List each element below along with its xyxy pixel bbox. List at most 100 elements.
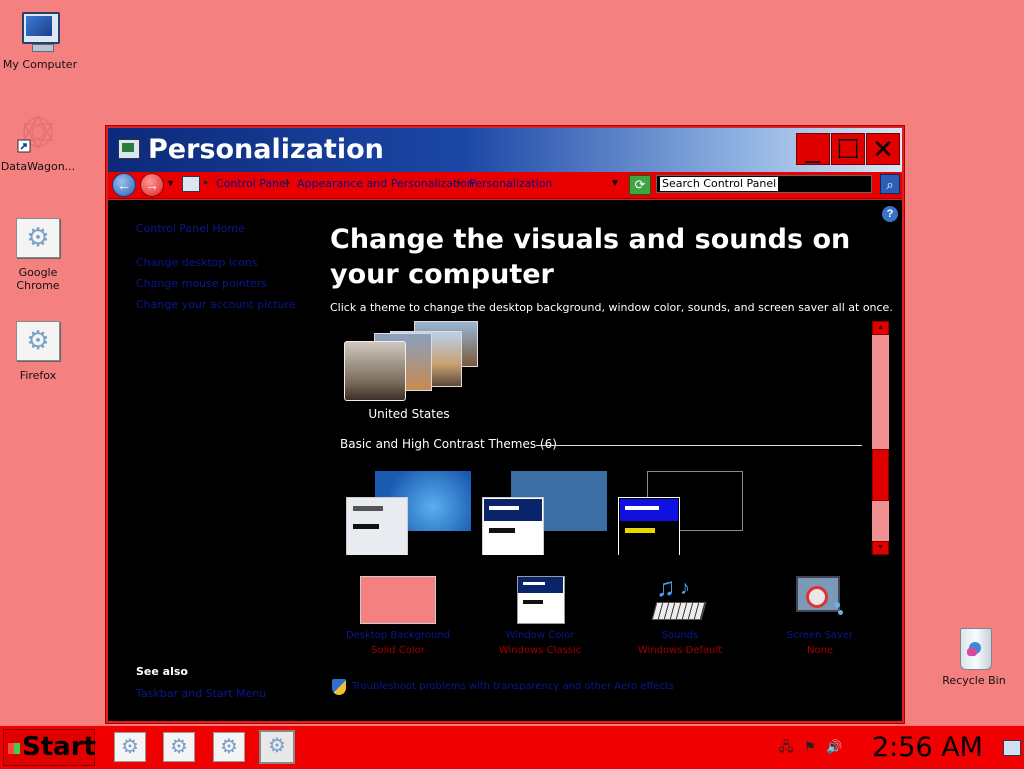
chevron-right-icon[interactable]: ▸	[286, 177, 291, 188]
start-label: Start	[22, 732, 96, 762]
theme-group-title: Basic and High Contrast Themes (6)	[340, 437, 557, 451]
option-value: Solid Color	[371, 645, 425, 656]
address-dropdown-icon[interactable]: ▼	[610, 178, 620, 189]
address-bar: ← → ▼ ▸ Control Panel ▸ Appearance and P…	[108, 172, 902, 199]
back-button[interactable]: ←	[112, 173, 136, 197]
desktop-icon-label: My Computer	[2, 58, 78, 71]
theme-list-scrollbar[interactable]: ▲ ▼	[872, 321, 889, 555]
theme-windows-classic[interactable]	[482, 471, 607, 555]
datawagon-shortcut-icon	[16, 112, 60, 156]
breadcrumb-personalization[interactable]: Personalization	[469, 177, 552, 190]
theme-list: United States Basic and High Contrast Th…	[330, 321, 888, 555]
breadcrumb-control-panel[interactable]: Control Panel	[216, 177, 289, 190]
computer-icon	[18, 10, 62, 54]
theme-preview-window	[618, 497, 680, 555]
gear-icon: ⚙	[170, 736, 188, 758]
title-bar[interactable]: Personalization _ ☐ ✕	[108, 128, 902, 172]
shield-icon	[332, 679, 346, 695]
desktop-icon-my-computer[interactable]: My Computer	[0, 10, 80, 71]
screen-saver-icon	[794, 574, 846, 624]
refresh-button[interactable]: ⟳	[629, 175, 651, 195]
gear-icon: ⚙	[121, 736, 139, 758]
maximize-button[interactable]: ☐	[831, 133, 865, 165]
window-title: Personalization	[148, 134, 384, 165]
theme-united-states[interactable]: United States	[344, 321, 478, 431]
option-value: Windows Default	[637, 645, 723, 656]
gear-icon: ⚙	[16, 321, 60, 361]
taskbar-button[interactable]: ⚙	[213, 732, 245, 762]
theme-label: United States	[368, 407, 450, 421]
help-icon[interactable]: ?	[882, 206, 898, 222]
breadcrumb-appearance[interactable]: Appearance and Personalization	[297, 177, 474, 190]
theme-high-contrast[interactable]	[618, 471, 743, 555]
taskbar-button-active[interactable]: ⚙	[259, 730, 295, 764]
search-placeholder: Search Control Panel	[660, 177, 779, 191]
desktop-icon-label: DataWagon...	[0, 160, 76, 173]
search-icon[interactable]: ⌕	[880, 174, 900, 194]
option-desktop-background[interactable]: Desktop Background Solid Color	[328, 574, 468, 656]
recent-pages-dropdown-icon[interactable]: ▼	[166, 178, 175, 188]
divider	[536, 445, 862, 446]
desktop-icon-google-chrome[interactable]: ⚙ Google Chrome	[0, 218, 78, 292]
option-title: Desktop Background	[345, 630, 451, 641]
taskbar: Start ⚙ ⚙ ⚙ ⚙ 🖧 ⚑ 🔊 2:56 AM	[0, 725, 1024, 769]
option-value: Windows Classic	[498, 645, 582, 656]
window-color-icon	[515, 574, 565, 624]
gear-icon: ⚙	[220, 736, 238, 758]
see-also-heading: See also	[136, 665, 188, 678]
option-title: Sounds	[661, 630, 699, 641]
option-value: None	[806, 645, 834, 656]
option-screen-saver[interactable]: Screen Saver None	[750, 574, 890, 656]
taskbar-button[interactable]: ⚙	[163, 732, 195, 762]
chevron-right-icon[interactable]: ▸	[204, 177, 209, 188]
option-sounds[interactable]: ♫ ♪ Sounds Windows Default	[610, 574, 750, 656]
minimize-button[interactable]: _	[796, 133, 830, 165]
solid-color-swatch-icon	[360, 574, 436, 624]
desktop-icon-label: Google Chrome	[16, 266, 60, 292]
page-title: Change the visuals and sounds on your co…	[330, 224, 851, 290]
chevron-right-icon[interactable]: ▸	[457, 177, 462, 188]
troubleshoot-link[interactable]: Troubleshoot problems with transparency …	[352, 681, 674, 692]
windows-flag-icon	[8, 743, 20, 754]
sidebar-link-account-picture[interactable]: Change your account picture	[136, 298, 296, 311]
scroll-down-button[interactable]: ▼	[872, 541, 889, 555]
content-area: ? Control Panel Home Change desktop icon…	[108, 200, 902, 721]
desktop-icon-firefox[interactable]: ⚙ Firefox	[0, 321, 78, 382]
desktop-icon-datawagon[interactable]: DataWagon...	[0, 112, 78, 173]
desktop-icon-recycle-bin[interactable]: Recycle Bin	[934, 626, 1014, 687]
clock[interactable]: 2:56 AM	[872, 732, 983, 763]
theme-windows-7-basic[interactable]	[346, 471, 471, 555]
taskbar-button[interactable]: ⚙	[114, 732, 146, 762]
sidebar-link-control-panel-home[interactable]: Control Panel Home	[136, 222, 245, 235]
show-desktop-icon[interactable]	[1003, 740, 1021, 756]
desktop-icon-label: Recycle Bin	[942, 674, 1006, 687]
desktop-icon-image: ⚙	[16, 218, 60, 262]
see-also-link-taskbar[interactable]: Taskbar and Start Menu	[136, 687, 266, 700]
theme-preview-window	[344, 341, 406, 401]
sidebar-link-desktop-icons[interactable]: Change desktop icons	[136, 256, 258, 269]
network-icon[interactable]: 🖧	[778, 740, 794, 754]
search-input[interactable]: Search Control Panel	[656, 175, 872, 193]
sounds-icon: ♫ ♪	[651, 574, 708, 624]
action-center-icon[interactable]: ⚑	[802, 740, 818, 754]
option-title: Window Color	[505, 630, 575, 641]
close-button[interactable]: ✕	[866, 133, 900, 165]
sidebar-link-mouse-pointers[interactable]: Change mouse pointers	[136, 277, 267, 290]
forward-button[interactable]: →	[140, 173, 164, 197]
control-panel-icon	[182, 176, 200, 192]
volume-icon[interactable]: 🔊	[826, 740, 842, 754]
personalization-window: Personalization _ ☐ ✕ ← → ▼ ▸ Control Pa…	[105, 125, 905, 724]
control-panel-icon	[118, 139, 140, 159]
theme-preview-window	[482, 497, 544, 555]
theme-preview-window	[346, 497, 408, 555]
desktop-icon-image: ⚙	[16, 321, 60, 365]
recycle-bin-icon	[952, 626, 996, 670]
page-description: Click a theme to change the desktop back…	[330, 301, 893, 314]
scroll-thumb[interactable]	[872, 449, 889, 501]
option-title: Screen Saver	[786, 630, 854, 641]
option-window-color[interactable]: Window Color Windows Classic	[470, 574, 610, 656]
gear-icon: ⚙	[16, 218, 60, 258]
scroll-up-button[interactable]: ▲	[872, 321, 889, 335]
desktop-icon-label: Firefox	[19, 369, 57, 382]
start-button[interactable]: Start	[3, 729, 96, 766]
